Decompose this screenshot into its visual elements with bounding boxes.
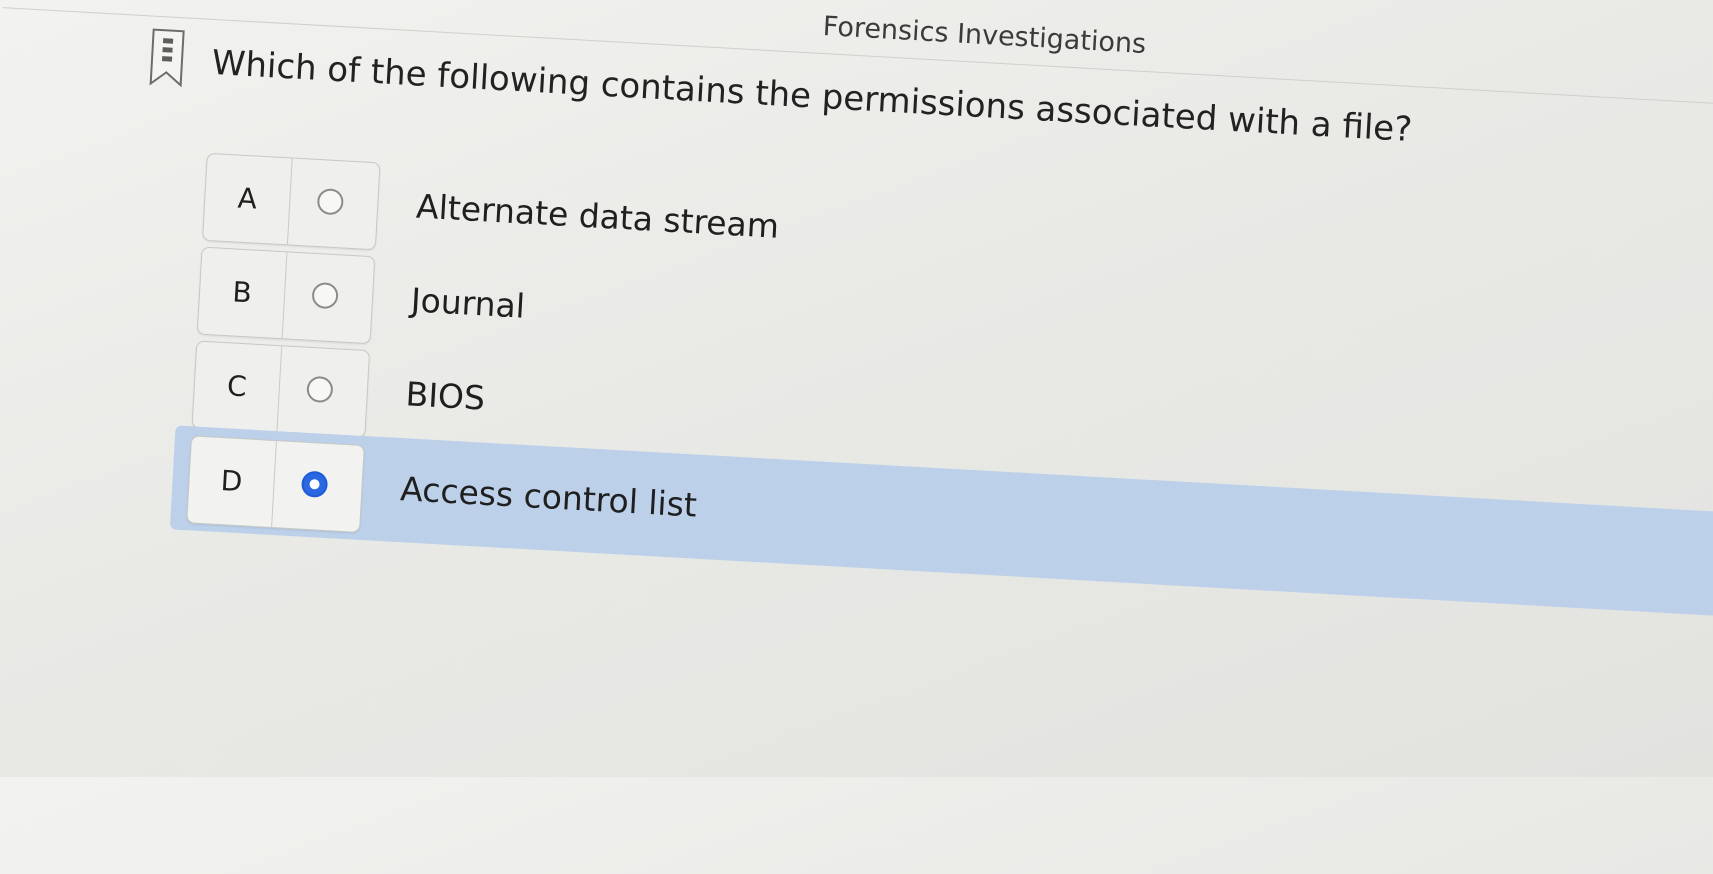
option-selector[interactable]: C (191, 340, 371, 439)
option-letter: B (197, 247, 288, 339)
option-selector[interactable]: D (186, 435, 365, 533)
option-letter: C (192, 341, 283, 433)
option-label[interactable]: BIOS (405, 374, 486, 417)
option-letter: A (203, 153, 293, 245)
option-selector[interactable]: A (201, 152, 381, 251)
option-label[interactable]: Alternate data stream (415, 187, 780, 246)
option-letter: D (187, 436, 277, 527)
bookmark-icon[interactable] (149, 27, 186, 88)
option-selector[interactable]: B (196, 246, 376, 345)
course-title: Forensics Investigations (822, 10, 1147, 60)
option-label[interactable]: Journal (410, 280, 526, 325)
radio-button[interactable] (306, 375, 334, 404)
quiz-page: Forensics Investigations Which of the fo… (0, 0, 1713, 863)
option-label[interactable]: Access control list (399, 469, 698, 525)
radio-button[interactable] (311, 281, 339, 310)
radio-button[interactable] (316, 188, 345, 216)
radio-button-selected[interactable] (300, 470, 329, 498)
question-text: Which of the following contains the perm… (210, 42, 1414, 150)
